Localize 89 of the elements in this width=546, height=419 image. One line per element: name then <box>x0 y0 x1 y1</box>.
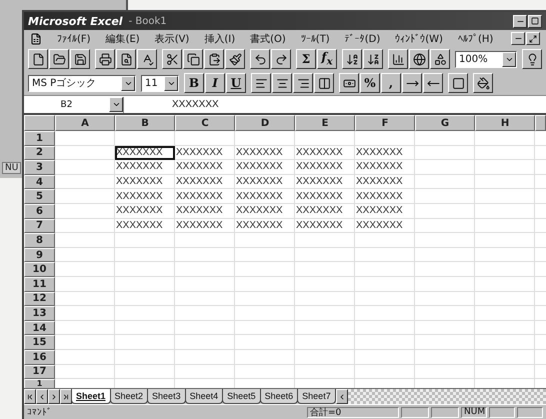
row-header[interactable]: 7 <box>24 218 55 234</box>
table-cell[interactable]: XXXXXXX <box>235 146 295 160</box>
table-cell[interactable]: XXXXXXX <box>235 160 295 175</box>
table-cell[interactable]: XXXXXXX <box>235 189 295 204</box>
table-cell[interactable]: XXXXXXX <box>175 174 235 190</box>
table-cell[interactable]: XXXXXXX <box>235 204 295 219</box>
table-cell[interactable]: XXXXXXX <box>175 146 235 160</box>
row-header[interactable]: 15 <box>24 335 55 350</box>
row-header[interactable]: 5 <box>24 189 55 204</box>
sum-panel: 合計=0 <box>307 406 399 418</box>
status-indicator: NU <box>2 162 22 174</box>
table-cell[interactable]: XXXXXXX <box>295 218 355 234</box>
font-field[interactable]: MS Pゴシック <box>28 74 136 92</box>
column-header[interactable]: B <box>115 115 175 131</box>
row-header[interactable]: 10 <box>24 262 55 277</box>
table-cell[interactable]: XXXXXXX <box>295 160 355 175</box>
row-header[interactable]: 11 <box>24 276 55 292</box>
table-cell[interactable]: XXXXXXX <box>355 204 415 219</box>
sheet-tab[interactable]: Sheet2 <box>110 389 148 404</box>
table-cell[interactable]: XXXXXXX <box>115 218 175 234</box>
status-mode: ｺﾏﾝﾄﾞ <box>27 406 53 418</box>
sheet-tab[interactable]: Sheet7 <box>297 389 336 404</box>
percent-button[interactable]: % <box>360 73 380 93</box>
row-header[interactable]: 16 <box>24 350 55 364</box>
autosum-button[interactable]: Σ <box>296 49 316 69</box>
table-cell[interactable]: XXXXXXX <box>175 218 235 234</box>
row-header[interactable]: 9 <box>24 248 55 262</box>
table-cell[interactable]: XXXXXXX <box>115 189 175 204</box>
column-header[interactable]: D <box>235 115 295 131</box>
sheet-tab[interactable]: Sheet4 <box>184 389 224 404</box>
row-header[interactable]: 1 <box>24 131 55 146</box>
menu-item[interactable]: ﾌｧｲﾙ(F) <box>57 32 91 44</box>
table-cell[interactable]: XXXXXXX <box>295 146 355 160</box>
row-header[interactable]: 13 <box>24 306 55 321</box>
row-header[interactable]: 14 <box>24 320 55 336</box>
sheet-tab[interactable]: Sheet3 <box>147 389 186 404</box>
row-header[interactable]: 6 <box>24 204 55 219</box>
zoom-field[interactable]: 100% <box>455 50 517 68</box>
column-header[interactable]: A <box>55 115 115 131</box>
sheet-tab[interactable]: Sheet1 <box>71 389 111 404</box>
row-header[interactable]: 12 <box>24 292 55 306</box>
font-size-field[interactable]: 11 <box>141 74 179 92</box>
table-cell[interactable]: XXXXXXX <box>235 174 295 190</box>
row-header[interactable]: 17 <box>24 364 55 380</box>
row-header[interactable]: 1 <box>24 379 55 388</box>
row-header[interactable]: 3 <box>24 160 55 175</box>
table-cell[interactable]: XXXXXXX <box>235 218 295 234</box>
table-cell[interactable]: XXXXXXX <box>115 146 175 160</box>
menu-item[interactable]: 挿入(I) <box>204 32 236 46</box>
table-cell[interactable]: XXXXXXX <box>115 174 175 190</box>
menu-item[interactable]: 書式(O) <box>250 32 286 46</box>
column-header[interactable]: G <box>415 115 475 131</box>
table-cell[interactable]: XXXXXXX <box>175 160 235 175</box>
menu-item[interactable]: ﾂｰﾙ(T) <box>300 32 330 44</box>
table-cell[interactable]: XXXXXXX <box>355 146 415 160</box>
column-header[interactable]: F <box>355 115 415 131</box>
row-header[interactable]: 8 <box>24 233 55 248</box>
num-indicator: NUM <box>461 406 487 418</box>
table-cell[interactable]: XXXXXXX <box>115 204 175 219</box>
row-header[interactable]: 4 <box>24 174 55 190</box>
column-header[interactable]: C <box>175 115 235 131</box>
bold-button[interactable]: B <box>184 73 204 93</box>
column-header[interactable]: H <box>475 115 535 131</box>
document-name: - Book1 <box>128 16 167 26</box>
comma-button[interactable]: , <box>381 73 401 93</box>
function-button[interactable]: f$_{x}$ <box>317 49 337 69</box>
table-cell[interactable]: XXXXXXX <box>295 204 355 219</box>
sheet-tab[interactable]: Sheet6 <box>260 389 298 404</box>
sheet-tab[interactable]: Sheet5 <box>222 389 261 404</box>
table-cell[interactable]: XXXXXXX <box>355 160 415 175</box>
menu-item[interactable]: ｳｨﾝﾄﾞｳ(W) <box>395 32 443 44</box>
app-name: Microsoft Excel <box>28 14 123 28</box>
table-cell[interactable]: XXXXXXX <box>175 189 235 204</box>
table-cell[interactable]: XXXXXXX <box>295 174 355 190</box>
menu-item[interactable]: ﾃﾞｰﾀ(D) <box>344 32 380 44</box>
underline-button[interactable]: U <box>226 73 246 93</box>
menu-item[interactable]: 編集(E) <box>106 32 140 46</box>
table-cell[interactable]: XXXXXXX <box>355 189 415 204</box>
italic-button[interactable]: I <box>205 73 225 93</box>
menu-item[interactable]: ﾍﾙﾌﾟ(H) <box>458 32 494 44</box>
table-cell[interactable]: XXXXXXX <box>355 174 415 190</box>
formula-text: XXXXXXX <box>171 99 219 110</box>
table-cell[interactable]: XXXXXXX <box>115 160 175 175</box>
table-cell[interactable]: XXXXXXX <box>175 204 235 219</box>
table-cell[interactable]: XXXXXXX <box>295 189 355 204</box>
row-header[interactable]: 2 <box>24 146 55 160</box>
menu-item[interactable]: 表示(V) <box>154 32 190 46</box>
table-cell[interactable]: XXXXXXX <box>355 218 415 234</box>
column-header[interactable]: E <box>295 115 355 131</box>
